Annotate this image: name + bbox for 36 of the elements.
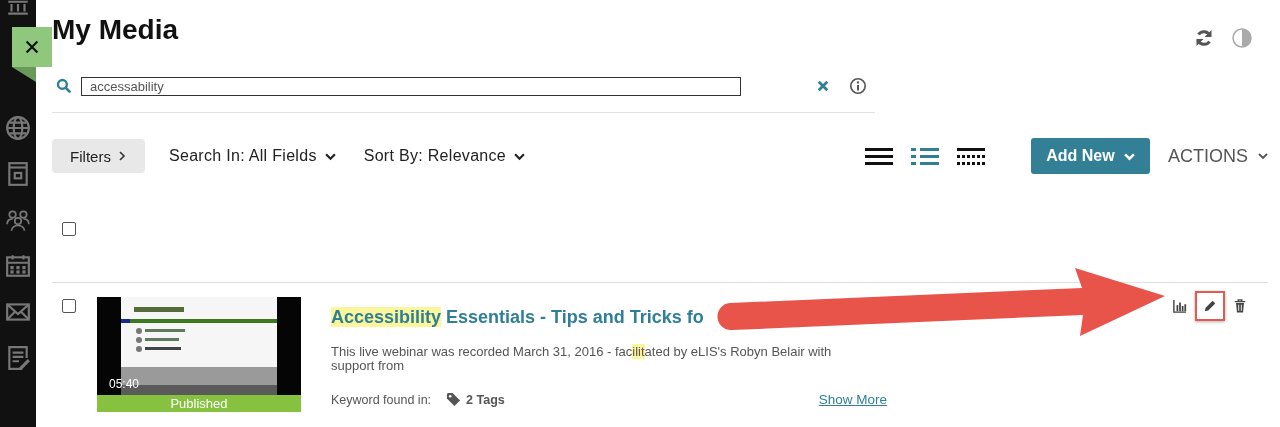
book-icon[interactable] (5, 161, 31, 187)
keyword-label: Keyword found in: (331, 392, 432, 407)
actions-menu[interactable]: ACTIONS (1168, 145, 1268, 167)
page-title: My Media (52, 14, 179, 46)
pencil-icon (1203, 299, 1217, 313)
document-edit-icon[interactable] (5, 345, 31, 371)
sort-dropdown[interactable]: Sort By: Relevance (359, 147, 530, 165)
calendar-icon[interactable] (5, 253, 31, 279)
trash-icon (1233, 299, 1247, 313)
edit-button[interactable] (1195, 291, 1225, 321)
tags-count: 2 Tags (446, 392, 505, 407)
status-badge: Published (97, 395, 301, 412)
info-icon[interactable] (849, 77, 867, 95)
select-all-checkbox[interactable] (62, 221, 76, 236)
view-mode-button[interactable] (865, 146, 895, 166)
chevron-down-icon (1258, 151, 1268, 161)
clear-search-icon[interactable] (817, 80, 829, 92)
close-icon (23, 38, 41, 56)
filters-button[interactable]: Filters (52, 139, 145, 173)
duration-label: 05:40 (109, 377, 140, 391)
view-mode-button[interactable] (957, 146, 987, 166)
globe-icon[interactable] (5, 115, 31, 141)
add-new-button[interactable]: Add New (1031, 138, 1150, 174)
search-icon (56, 78, 72, 94)
close-tab-button[interactable] (12, 27, 52, 67)
refresh-icon[interactable] (1194, 28, 1214, 48)
chevron-right-icon (116, 151, 127, 161)
search-field[interactable]: accessability (81, 76, 741, 96)
bar-chart-icon (1173, 299, 1187, 313)
entry-title-link[interactable]: Accessibility Essentials - Tips and Tricks fo (331, 307, 704, 328)
show-more-link[interactable]: Show More (818, 392, 887, 407)
tag-icon (446, 392, 462, 407)
entry-checkbox[interactable] (62, 299, 76, 313)
people-icon[interactable] (5, 207, 31, 233)
search-in-dropdown[interactable]: Search In: All Fields (165, 147, 340, 165)
tab-corner (12, 67, 36, 82)
